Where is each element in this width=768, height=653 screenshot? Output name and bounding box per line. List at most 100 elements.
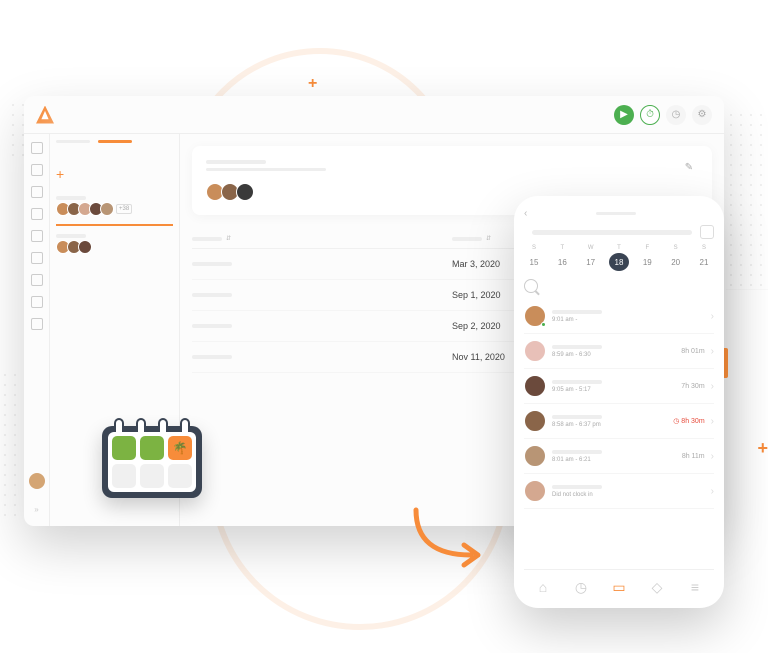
weekday-label: T [552,245,572,251]
time-range: 8:59 am - 6:30 [552,352,675,358]
back-icon[interactable]: ‹ [524,208,527,219]
mobile-mockup: ‹ S T W T F S S 15 16 17 18 19 20 21 9:01 am - › 8:5… [514,196,724,608]
list-item[interactable]: 8:59 am - 6:30 8h 01m › [524,334,714,369]
date-button[interactable]: 17 [581,253,601,271]
nav-timer-icon[interactable]: ◷ [572,578,590,596]
time-range: 8:01 am - 6:21 [552,457,676,463]
logo-icon [36,106,54,124]
nav-icon[interactable] [31,274,43,286]
settings-button[interactable]: ⚙ [692,105,712,125]
active-indicator [56,224,173,226]
nav-icon[interactable] [31,318,43,330]
group-label [56,196,86,200]
avatar-icon [524,375,546,397]
weekday-label: S [666,245,686,251]
duration-label: 7h 30m [681,383,704,390]
chevron-icon: › [711,451,714,462]
list-item[interactable]: 8:58 am - 6:37 pm ◷ 8h 30m › [524,404,714,439]
avatar-icon [524,480,546,502]
name-skeleton [552,310,602,314]
avatar-icon [524,340,546,362]
weekday-label: S [694,245,714,251]
add-button[interactable]: + [56,166,173,182]
cal-cell [140,436,164,460]
duration-label: 8h 01m [681,348,704,355]
list-item[interactable]: Did not clock in › [524,474,714,509]
chevron-icon: › [711,486,714,497]
sidebar-tab[interactable] [56,140,90,143]
date-button[interactable]: 21 [694,253,714,271]
nav-icon[interactable] [31,164,43,176]
name-skeleton [552,380,602,384]
nav-icon[interactable] [31,208,43,220]
nav-icon[interactable] [31,230,43,242]
duration-label: 8h 11m [682,453,705,460]
date-button[interactable]: 20 [666,253,686,271]
icon-sidebar: » [24,134,50,526]
avatar-icon [100,202,114,216]
subtitle-skeleton [206,168,326,171]
search-icon[interactable] [524,279,538,293]
date-button[interactable]: 15 [524,253,544,271]
list-item[interactable]: 9:01 am - › [524,299,714,334]
weekday-label: W [581,245,601,251]
binder-ring [180,418,190,432]
nav-icon[interactable] [31,252,43,264]
weekday-label: F [637,245,657,251]
name-skeleton [552,450,602,454]
nav-icon[interactable] [31,186,43,198]
avatar-icon [236,183,254,201]
time-range: 9:01 am - [552,317,699,323]
nav-shield-icon[interactable]: ◇ [648,578,666,596]
binder-ring [136,418,146,432]
bg-dots [726,110,768,290]
nav-icon[interactable] [31,296,43,308]
team-group[interactable]: +38 [56,192,173,220]
weekday-label: S [524,245,544,251]
time-range: 9:05 am - 5:17 [552,387,675,393]
cal-cell [168,464,192,488]
chevron-icon: › [711,416,714,427]
online-indicator [541,322,546,327]
weekday-label: T [609,245,629,251]
timer-button[interactable]: ⏱ [640,105,660,125]
date-range[interactable] [532,230,692,235]
list-item[interactable]: 8:01 am - 6:21 8h 11m › [524,439,714,474]
nav-icon[interactable] [31,142,43,154]
user-avatar[interactable] [29,473,45,489]
clock-button[interactable]: ◷ [666,105,686,125]
duration-label: ◷ 8h 30m [673,417,704,425]
play-button[interactable]: ▶ [614,105,634,125]
date-button[interactable]: 19 [637,253,657,271]
plus-icon: + [757,438,768,459]
cal-cell [140,464,164,488]
edit-button[interactable]: ✎ [680,158,698,176]
avatar-icon [524,445,546,467]
arrow-icon [406,500,496,570]
name-skeleton [552,415,602,419]
date-button[interactable]: 16 [552,253,572,271]
chevron-icon: › [711,381,714,392]
team-group[interactable] [56,230,173,258]
plus-icon: + [308,75,317,93]
nav-doc-icon[interactable]: ▭ [610,578,628,596]
name-skeleton [552,485,602,489]
list-item[interactable]: 9:05 am - 5:17 7h 30m › [524,369,714,404]
calendar-icon[interactable] [700,225,714,239]
avatar-icon [524,410,546,432]
cal-cell-highlight: 🌴 [168,436,192,460]
nav-home-icon[interactable]: ⌂ [534,578,552,596]
column-header[interactable]: ⇵ [192,235,452,242]
calendar-widget: 🌴 [102,418,202,526]
nav-menu-icon[interactable]: ≡ [686,578,704,596]
avatar-icon [78,240,92,254]
expand-icon[interactable]: » [34,505,38,514]
chevron-icon: › [711,311,714,322]
sidebar-tab-active[interactable] [98,140,132,143]
chevron-icon: › [711,346,714,357]
title-skeleton [596,212,636,215]
date-button[interactable]: 18 [609,253,629,271]
title-skeleton [206,160,266,164]
cal-cell [112,464,136,488]
more-count: +38 [116,204,132,214]
